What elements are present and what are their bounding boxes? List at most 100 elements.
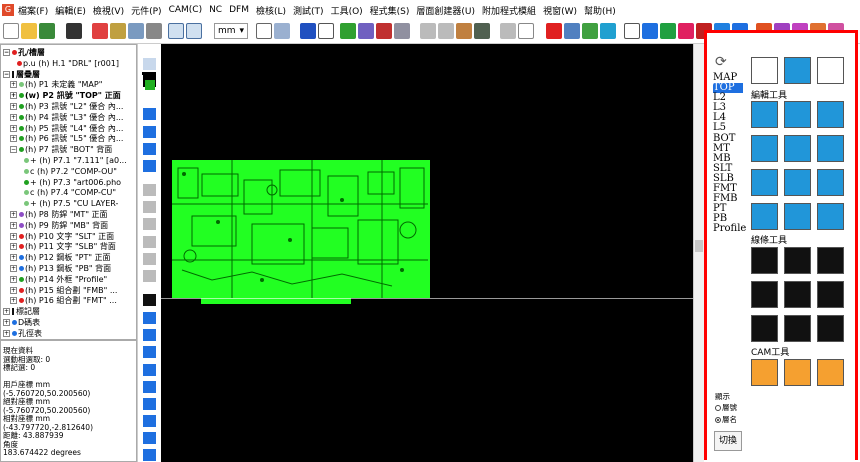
tree-item[interactable]: c (h) P7.2 "COMP-OU" bbox=[24, 166, 117, 177]
menu-item[interactable]: 編輯(E) bbox=[55, 4, 86, 17]
undo-icon[interactable] bbox=[518, 23, 534, 39]
expand-icon[interactable]: + bbox=[10, 92, 17, 100]
expand-icon[interactable]: + bbox=[10, 286, 17, 294]
center-icon[interactable] bbox=[784, 203, 811, 230]
save-icon[interactable] bbox=[66, 23, 82, 39]
expand-icon[interactable]: + bbox=[3, 308, 10, 316]
expand-icon[interactable]: + bbox=[10, 103, 17, 110]
clipboard-icon[interactable] bbox=[474, 23, 490, 39]
zoom-fit-icon[interactable] bbox=[186, 23, 202, 39]
lines-icon[interactable] bbox=[143, 432, 156, 444]
curve-icon[interactable] bbox=[143, 346, 156, 358]
cut-icon[interactable] bbox=[420, 23, 436, 39]
list-icon[interactable] bbox=[143, 218, 156, 230]
tree-item[interactable]: + (h) P13 鋼板 "PB" 背面 bbox=[10, 263, 111, 274]
scissors-icon[interactable] bbox=[784, 101, 811, 128]
tree-item[interactable]: + (h) P3 訊號 "L2" 優合 內... bbox=[10, 101, 123, 112]
bus-route-icon[interactable] bbox=[817, 247, 844, 274]
trash-icon[interactable] bbox=[143, 201, 156, 213]
panel-icon[interactable] bbox=[394, 23, 410, 39]
component-route-icon[interactable] bbox=[751, 315, 778, 342]
tree-item[interactable]: + (h) P4 訊號 "L3" 優合 內... bbox=[10, 112, 123, 123]
radio-layer-name[interactable]: 層名 bbox=[715, 414, 737, 425]
step-line-icon[interactable] bbox=[817, 315, 844, 342]
zoom-window-icon[interactable] bbox=[168, 23, 184, 39]
layer-icon[interactable] bbox=[376, 23, 392, 39]
unit-select[interactable]: mm ▾ bbox=[214, 23, 248, 39]
tree-item[interactable]: + (h) P12 鋼板 "PT" 正面 bbox=[10, 252, 111, 263]
export-icon[interactable] bbox=[110, 23, 126, 39]
menu-item[interactable]: 層面創建器(U) bbox=[416, 4, 475, 17]
copy-doc-icon[interactable] bbox=[817, 101, 844, 128]
measure-bar-icon[interactable] bbox=[143, 236, 156, 248]
tree-item[interactable]: − 層疊層 bbox=[3, 69, 40, 80]
magnify-icon[interactable] bbox=[751, 101, 778, 128]
tree-item[interactable]: + (h) P15 組合劃 "FMB" ... bbox=[10, 285, 117, 296]
circle-icon[interactable] bbox=[143, 449, 156, 461]
arrow-icon[interactable] bbox=[751, 169, 778, 196]
radio-selected[interactable] bbox=[715, 417, 721, 423]
expand-icon[interactable]: + bbox=[10, 113, 17, 121]
line-icon[interactable] bbox=[318, 23, 334, 39]
print-icon[interactable] bbox=[92, 23, 108, 39]
tree-item[interactable]: + (h) P8 防銲 "MT" 正面 bbox=[10, 209, 108, 220]
expand-icon[interactable]: + bbox=[10, 243, 17, 251]
menu-item[interactable]: 幫助(H) bbox=[584, 4, 616, 17]
cursor-icon[interactable] bbox=[143, 58, 156, 70]
expand-icon[interactable]: + bbox=[10, 265, 17, 272]
menu-item[interactable]: CAM(C) bbox=[169, 5, 203, 15]
tree-item[interactable]: + (h) P7.1 "7.111" [a0... bbox=[24, 155, 127, 166]
expand-icon[interactable]: + bbox=[3, 319, 10, 326]
tree-item[interactable]: + 標記層 bbox=[3, 306, 40, 317]
green-layer-icon[interactable] bbox=[145, 80, 155, 90]
menu-item[interactable]: 測試(T) bbox=[293, 4, 324, 17]
expand-icon[interactable]: + bbox=[10, 81, 17, 89]
grid-icon[interactable] bbox=[340, 23, 356, 39]
tree-item[interactable]: + (h) P7.3 "art006.pho bbox=[24, 177, 121, 188]
home-icon[interactable] bbox=[751, 57, 778, 84]
tree-item[interactable]: + (h) P14 外框 "Profile" bbox=[10, 274, 107, 285]
search-icon[interactable] bbox=[146, 23, 162, 39]
pen-icon[interactable] bbox=[143, 312, 156, 324]
highlight-icon[interactable] bbox=[678, 23, 694, 39]
collapse-icon[interactable]: − bbox=[3, 49, 10, 56]
node-icon[interactable] bbox=[143, 329, 156, 341]
align-icon[interactable] bbox=[143, 160, 156, 172]
collapse-icon[interactable]: − bbox=[3, 70, 10, 78]
checkmark-icon[interactable] bbox=[624, 23, 640, 39]
expand-icon[interactable]: + bbox=[10, 254, 17, 262]
menu-item[interactable]: DFM bbox=[229, 5, 249, 15]
open-folder-icon[interactable] bbox=[21, 23, 37, 39]
scroll-thumb[interactable] bbox=[695, 240, 703, 252]
import-icon[interactable] bbox=[39, 23, 55, 39]
tree-item[interactable]: + (h) P7.5 "CU LAYER- bbox=[24, 198, 118, 209]
collapse-icon[interactable]: − bbox=[10, 146, 17, 154]
net-icon[interactable] bbox=[660, 23, 676, 39]
half-square-icon[interactable] bbox=[784, 135, 811, 162]
delete-icon[interactable] bbox=[500, 23, 516, 39]
drop-icon[interactable] bbox=[600, 23, 616, 39]
gray-tool-icon[interactable] bbox=[143, 184, 156, 196]
grid-snap-icon[interactable] bbox=[143, 143, 156, 155]
rotate-c-icon[interactable] bbox=[751, 135, 778, 162]
menu-item[interactable]: 視窗(W) bbox=[543, 4, 577, 17]
menu-item[interactable]: 檢視(V) bbox=[93, 4, 124, 17]
menu-item[interactable]: 元件(P) bbox=[131, 4, 161, 17]
expand-icon[interactable]: + bbox=[10, 221, 17, 229]
radio-layer-number[interactable]: 層號 bbox=[715, 402, 737, 413]
text-icon[interactable] bbox=[143, 398, 156, 410]
tree-item[interactable]: + D碼表 bbox=[3, 317, 40, 328]
expand-icon[interactable]: + bbox=[10, 124, 17, 132]
expand-icon[interactable]: + bbox=[10, 275, 17, 283]
resize-icon[interactable] bbox=[817, 135, 844, 162]
drc-icon[interactable] bbox=[564, 23, 580, 39]
document-icon[interactable] bbox=[784, 57, 811, 84]
filter-icon[interactable] bbox=[358, 23, 374, 39]
pcb-canvas[interactable] bbox=[161, 44, 693, 462]
menu-item[interactable]: NC bbox=[209, 5, 222, 15]
select-icon[interactable] bbox=[274, 23, 290, 39]
menu-item[interactable]: 附加程式模組 bbox=[482, 4, 536, 17]
cam-grid-icon[interactable] bbox=[751, 359, 778, 386]
rectangle-icon[interactable] bbox=[143, 415, 156, 427]
s-icon[interactable] bbox=[143, 294, 156, 306]
